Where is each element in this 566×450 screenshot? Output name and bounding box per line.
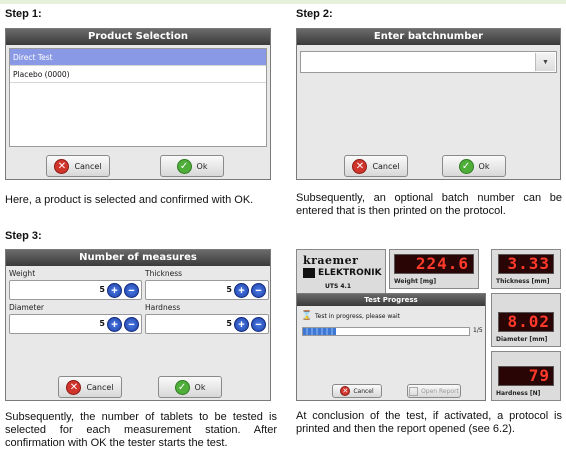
step-1-description: Here, a product is selected and confirme…: [5, 194, 254, 206]
cancel-icon: ✕: [66, 379, 82, 395]
thickness-label: Thickness: [145, 269, 183, 278]
number-of-measures-dialog: Number of measures Weight 5 + − Thicknes…: [5, 249, 271, 401]
cancel-button[interactable]: ✕ Cancel: [344, 155, 408, 177]
report-icon: [409, 386, 419, 396]
cancel-label: Cancel: [74, 161, 102, 171]
step-2-heading: Step 2:: [296, 8, 333, 20]
diameter-panel: 8.02 Diameter [mm]: [491, 293, 561, 347]
diameter-value: 5: [99, 319, 105, 328]
minus-icon[interactable]: −: [124, 283, 139, 298]
plus-icon[interactable]: +: [234, 317, 249, 332]
ok-label: Ok: [478, 161, 490, 171]
hardness-display-label: Hardness [N]: [496, 390, 541, 397]
ok-button[interactable]: ✓ Ok: [158, 376, 222, 398]
hardness-value: 5: [226, 319, 232, 328]
cancel-button[interactable]: ✕ Cancel: [58, 376, 122, 398]
ok-label: Ok: [194, 382, 206, 392]
hardness-panel: 79 Hardness [N]: [491, 351, 561, 401]
open-report-button[interactable]: Open Report: [407, 384, 461, 398]
thickness-stepper[interactable]: 5 + −: [145, 280, 269, 300]
cancel-icon: ✕: [340, 386, 351, 396]
elektronik-logo-mark: [303, 268, 315, 278]
thickness-value: 5: [226, 285, 232, 294]
batch-number-dialog: Enter batchnumber ▼ ✕ Cancel ✓ Ok: [296, 28, 561, 180]
step-2-description: Subsequently, an optional batch number c…: [296, 192, 562, 217]
model-label: UTS 4.1: [325, 283, 352, 290]
product-selection-dialog: Product Selection Direct Test Placebo (0…: [5, 28, 271, 180]
thickness-panel: 3.33 Thickness [mm]: [491, 249, 561, 289]
elektronik-logo: ELEKTRONIK: [318, 268, 382, 278]
progress-bar: [302, 327, 470, 336]
weight-display: 224.6: [394, 254, 474, 274]
step-3-description: Subsequently, the number of tablets to b…: [5, 411, 277, 449]
logo-panel: kraemer ELEKTRONIK UTS 4.1: [296, 249, 386, 299]
diameter-display-label: Diameter [mm]: [496, 336, 548, 343]
list-item[interactable]: Placebo (0000): [10, 66, 266, 83]
diameter-label: Diameter: [9, 303, 45, 312]
cancel-button[interactable]: ✕ Cancel: [332, 384, 382, 398]
cancel-button[interactable]: ✕ Cancel: [46, 155, 110, 177]
minus-icon[interactable]: −: [251, 283, 266, 298]
thickness-display-label: Thickness [mm]: [496, 278, 550, 285]
list-item[interactable]: Direct Test: [10, 49, 266, 66]
step-1-heading: Step 1:: [5, 8, 42, 20]
hardness-stepper[interactable]: 5 + −: [145, 314, 269, 334]
cancel-label: Cancel: [353, 387, 374, 395]
hourglass-icon: ⌛: [301, 310, 313, 320]
diameter-stepper[interactable]: 5 + −: [9, 314, 142, 334]
dialog-title: Test Progress: [297, 294, 485, 306]
product-list[interactable]: Direct Test Placebo (0000): [9, 48, 267, 147]
cancel-icon: ✕: [352, 158, 368, 174]
weight-panel: 224.6 Weight [mg]: [389, 249, 479, 289]
plus-icon[interactable]: +: [234, 283, 249, 298]
diameter-display: 8.02: [498, 312, 554, 332]
dialog-title: Product Selection: [6, 29, 270, 45]
cancel-label: Cancel: [372, 161, 400, 171]
progress-count: 1/5: [473, 327, 483, 334]
weight-value: 5: [99, 285, 105, 294]
cancel-icon: ✕: [54, 158, 70, 174]
plus-icon[interactable]: +: [107, 283, 122, 298]
check-icon: ✓: [176, 158, 192, 174]
page-header-band: [0, 0, 566, 4]
progress-fill: [303, 328, 337, 335]
dropdown-arrow-icon[interactable]: ▼: [535, 53, 555, 71]
dialog-title: Number of measures: [6, 250, 270, 266]
weight-label: Weight: [9, 269, 36, 278]
step-4-description: At conclusion of the test, if activated,…: [296, 410, 562, 435]
plus-icon[interactable]: +: [107, 317, 122, 332]
minus-icon[interactable]: −: [251, 317, 266, 332]
hardness-label: Hardness: [145, 303, 181, 312]
ok-label: Ok: [196, 161, 208, 171]
progress-message: Test in progress, please wait: [315, 313, 400, 320]
weight-stepper[interactable]: 5 + −: [9, 280, 142, 300]
dialog-title: Enter batchnumber: [297, 29, 560, 45]
step-3-heading: Step 3:: [5, 230, 42, 242]
cancel-label: Cancel: [86, 382, 114, 392]
test-progress-dialog: Test Progress ⌛ Test in progress, please…: [296, 293, 486, 401]
hardness-display: 79: [498, 366, 554, 386]
check-icon: ✓: [174, 379, 190, 395]
batch-number-input[interactable]: ▼: [300, 51, 557, 73]
minus-icon[interactable]: −: [124, 317, 139, 332]
kraemer-logo: kraemer: [303, 254, 359, 267]
open-report-label: Open Report: [421, 387, 459, 395]
ok-button[interactable]: ✓ Ok: [442, 155, 506, 177]
ok-button[interactable]: ✓ Ok: [160, 155, 224, 177]
check-icon: ✓: [458, 158, 474, 174]
thickness-display: 3.33: [498, 254, 554, 274]
weight-display-label: Weight [mg]: [394, 278, 437, 285]
